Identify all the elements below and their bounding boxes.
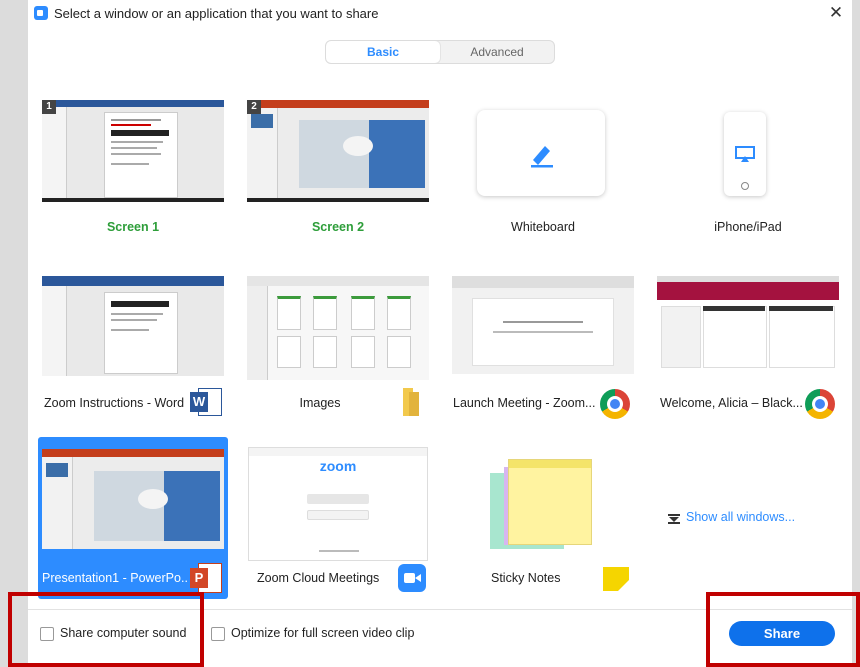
sticky-notes-thumbnail <box>480 449 600 559</box>
whiteboard-card <box>477 110 605 196</box>
tile-label: Images <box>299 396 341 410</box>
tile-label: Screen 1 <box>106 220 160 234</box>
share-screen-dialog: Select a window or an application that y… <box>28 0 852 656</box>
background-window-right <box>852 0 860 667</box>
folder-icon <box>395 388 425 416</box>
sticky-notes-icon <box>603 567 629 591</box>
share-tile-zoom-instructions-word[interactable]: Zoom Instructions - Word W <box>40 272 232 420</box>
airplay-icon <box>735 146 755 162</box>
tile-label: Zoom Instructions - Word <box>44 396 185 410</box>
show-all-windows-link[interactable]: Show all windows... <box>686 510 795 524</box>
title-bar: Select a window or an application that y… <box>28 0 852 28</box>
highlight-box-share-sound <box>8 592 204 667</box>
tile-label: Whiteboard <box>511 220 575 234</box>
share-tile-launch-meeting-zoom[interactable]: Launch Meeting - Zoom... <box>450 272 642 420</box>
optimize-video-checkbox[interactable] <box>211 627 225 641</box>
tab-basic[interactable]: Basic <box>326 41 440 63</box>
tile-label: Sticky Notes <box>491 571 561 585</box>
background-window-left <box>0 0 28 667</box>
screen-1-thumbnail <box>42 100 224 202</box>
share-tile-welcome-alicia[interactable]: Welcome, Alicia – Black... <box>655 272 847 420</box>
zoom-app-icon <box>34 6 48 20</box>
chrome-icon <box>805 389 835 419</box>
tile-label: Zoom Cloud Meetings <box>257 571 380 585</box>
screen-number-badge: 2 <box>247 100 261 114</box>
highlight-box-share-button <box>706 592 860 667</box>
launch-meeting-thumbnail <box>452 276 634 374</box>
join-meeting-thumb-button <box>307 494 369 504</box>
word-icon: W <box>190 388 222 416</box>
welcome-page-thumbnail <box>657 276 839 374</box>
share-mode-tabs: Basic Advanced <box>325 40 555 64</box>
word-window-thumbnail <box>42 276 224 376</box>
share-tile-screen-1[interactable]: 1 Screen 1 <box>40 96 232 240</box>
screen-2-thumbnail <box>247 100 429 202</box>
tile-label: Launch Meeting - Zoom... <box>453 396 596 410</box>
chrome-icon <box>600 389 630 419</box>
home-button-icon <box>741 182 749 190</box>
close-button[interactable]: ✕ <box>826 2 846 24</box>
share-tile-images[interactable]: Images <box>245 272 437 420</box>
zoom-window-thumbnail: zoom <box>248 447 428 561</box>
tile-label: Welcome, Alicia – Black... <box>660 396 803 410</box>
share-tile-presentation1-powerpoint[interactable]: Presentation1 - PowerPo... P <box>38 437 228 599</box>
share-tile-zoom-cloud-meetings[interactable]: zoom Zoom Cloud Meetings <box>245 437 437 599</box>
tile-label: Screen 2 <box>311 220 365 234</box>
tab-advanced[interactable]: Advanced <box>440 41 554 63</box>
share-tile-whiteboard[interactable]: Whiteboard <box>450 96 642 240</box>
screen-number-badge: 1 <box>42 100 56 114</box>
optimize-video-label: Optimize for full screen video clip <box>231 626 415 640</box>
tile-label: Presentation1 - PowerPo... <box>42 571 188 585</box>
show-all-arrow-icon <box>668 514 680 524</box>
powerpoint-icon: P <box>190 563 222 593</box>
images-window-thumbnail <box>247 276 429 380</box>
share-tile-sticky-notes[interactable]: Sticky Notes <box>450 437 642 599</box>
dialog-title: Select a window or an application that y… <box>54 6 379 21</box>
powerpoint-window-thumbnail <box>42 449 224 549</box>
zoom-logo: zoom <box>319 458 357 474</box>
sign-in-thumb-button <box>307 510 369 520</box>
share-tile-iphone-ipad[interactable]: iPhone/iPad <box>655 96 847 240</box>
pen-icon <box>531 146 553 168</box>
tile-label: iPhone/iPad <box>714 220 782 234</box>
iphone-card <box>724 112 766 196</box>
zoom-icon <box>398 564 426 592</box>
share-tile-screen-2[interactable]: 2 Screen 2 <box>245 96 437 240</box>
